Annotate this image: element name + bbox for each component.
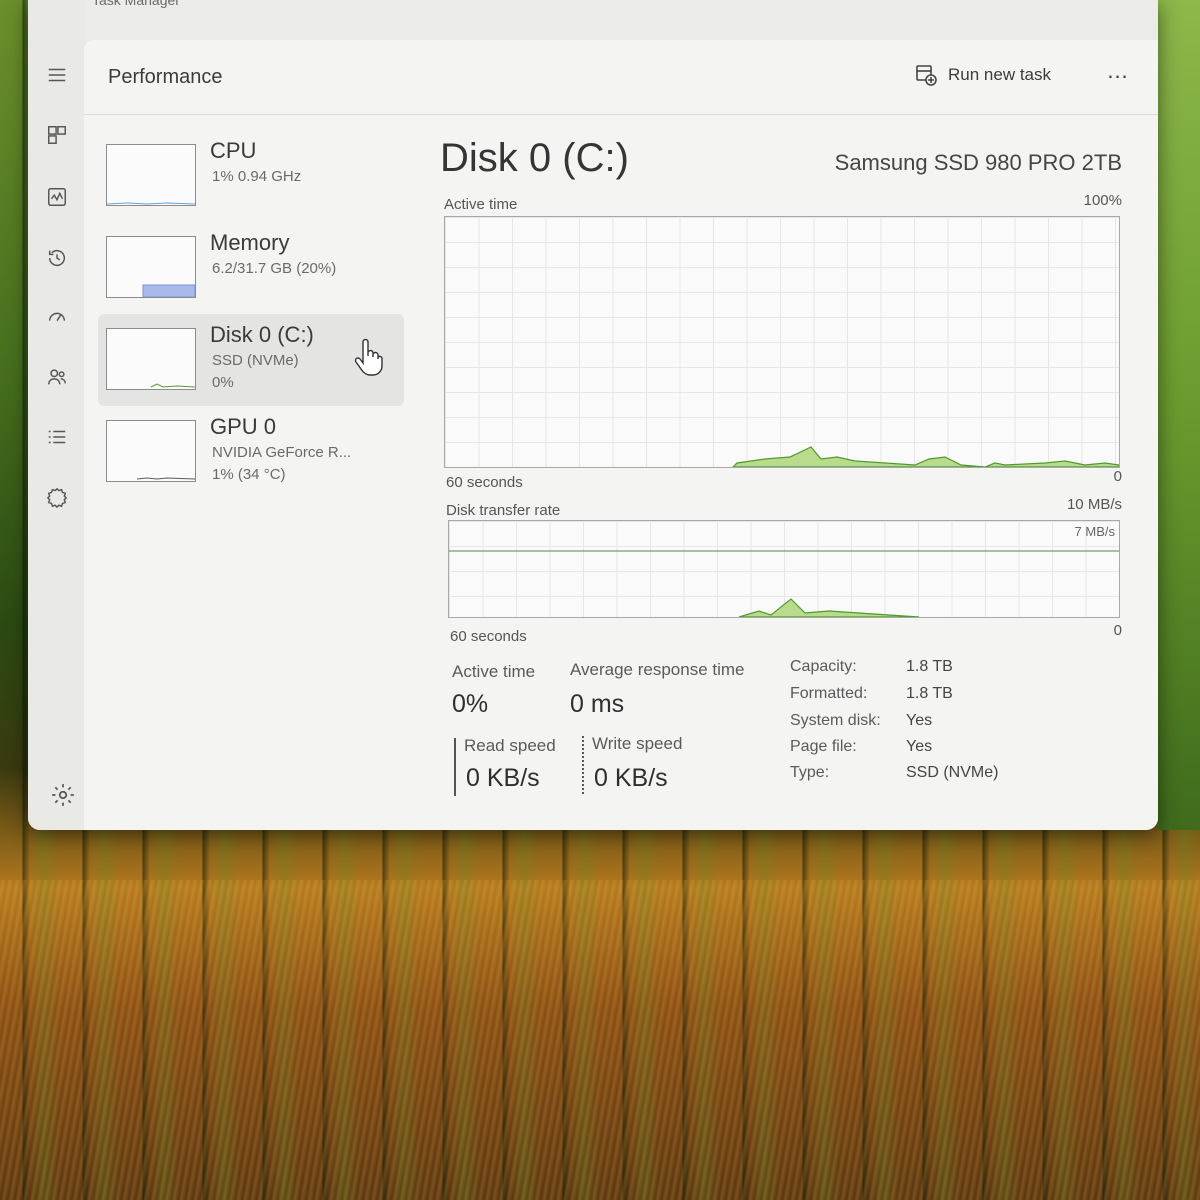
transfer-rate-graph: 7 MB/s [448, 520, 1120, 618]
read-speed-label: Read speed [464, 736, 556, 755]
device-model: NVIDIA GeForce R... [212, 444, 352, 461]
device-type: SSD (NVMe) [212, 352, 299, 369]
page-header: Performance Run new task ... [84, 40, 1158, 115]
read-speed-value: 0 KB/s [466, 764, 540, 792]
gpu-thumbnail-graph [106, 420, 196, 482]
processes-icon[interactable] [42, 120, 72, 150]
app-history-icon[interactable] [42, 243, 72, 273]
run-new-task-button[interactable]: Run new task [914, 60, 1051, 90]
window-title: Task Manager [92, 0, 180, 8]
startup-apps-icon[interactable] [42, 302, 72, 332]
capacity-value: 1.8 TB [906, 658, 953, 675]
capacity-key: Capacity: [790, 658, 857, 675]
active-time-stat-value: 0% [452, 690, 489, 718]
formatted-key: Formatted: [790, 685, 868, 702]
more-options-button[interactable]: ... [1102, 58, 1134, 86]
transfer-rate-graph-max: 10 MB/s [1066, 496, 1122, 513]
transfer-rate-graph-min: 0 [1113, 622, 1122, 639]
cpu-thumbnail-graph [106, 144, 196, 206]
details-icon[interactable] [42, 422, 72, 452]
transfer-rate-graph-span: 60 seconds [450, 628, 527, 645]
disk-thumbnail-graph [106, 328, 196, 390]
active-time-stat-label: Active time [452, 662, 536, 681]
task-manager-window: Task Manager Performance Run new task ..… [28, 0, 1158, 830]
formatted-value: 1.8 TB [906, 685, 953, 702]
device-name: CPU [210, 138, 257, 163]
system-disk-key: System disk: [790, 712, 881, 729]
system-disk-value: Yes [906, 712, 933, 729]
read-speed-indicator [454, 738, 456, 796]
active-time-graph [444, 216, 1120, 468]
device-list: CPU 1% 0.94 GHz Memory 6.2/31.7 GB (20%)… [98, 130, 404, 498]
hand-cursor-icon [354, 338, 383, 376]
device-usage: 0% [212, 374, 234, 391]
type-value: SSD (NVMe) [906, 764, 999, 781]
device-item-memory[interactable]: Memory 6.2/31.7 GB (20%) [98, 222, 404, 314]
device-usage: 1% 0.94 GHz [212, 168, 302, 185]
device-usage: 1% (34 °C) [212, 466, 286, 483]
device-name: Memory [210, 230, 290, 255]
page-file-key: Page file: [790, 738, 857, 755]
device-item-gpu-0[interactable]: GPU 0 NVIDIA GeForce R... 1% (34 °C) [98, 406, 404, 498]
performance-icon[interactable] [42, 182, 72, 212]
write-speed-label: Write speed [592, 734, 683, 753]
run-new-task-label: Run new task [948, 65, 1051, 84]
device-usage: 6.2/31.7 GB (20%) [212, 260, 337, 277]
transfer-rate-marker: 7 MB/s [1074, 524, 1115, 539]
settings-icon[interactable] [50, 782, 76, 808]
active-time-graph-max: 100% [1083, 192, 1122, 209]
navigation-rail [28, 0, 86, 830]
wallpaper-edge [1158, 0, 1200, 830]
write-speed-value: 0 KB/s [594, 764, 668, 792]
device-item-cpu[interactable]: CPU 1% 0.94 GHz [98, 130, 404, 222]
run-task-icon [916, 65, 937, 86]
active-time-graph-min: 0 [1113, 468, 1122, 485]
services-icon[interactable] [42, 482, 72, 512]
users-icon[interactable] [42, 362, 72, 392]
device-name: GPU 0 [210, 414, 277, 439]
detail-title: Disk 0 (C:) [440, 136, 629, 180]
avg-response-value: 0 ms [570, 690, 625, 718]
disk-model: Samsung SSD 980 PRO 2TB [834, 150, 1122, 175]
memory-thumbnail-graph [106, 236, 196, 298]
type-key: Type: [790, 764, 830, 781]
device-item-disk-0[interactable]: Disk 0 (C:) SSD (NVMe) 0% [98, 314, 404, 406]
page-title: Performance [108, 66, 223, 88]
active-time-graph-span: 60 seconds [446, 474, 523, 491]
transfer-rate-graph-label: Disk transfer rate [446, 502, 561, 519]
device-name: Disk 0 (C:) [210, 322, 314, 347]
avg-response-label: Average response time [570, 660, 745, 679]
page-file-value: Yes [906, 738, 933, 755]
active-time-graph-label: Active time [444, 196, 518, 213]
write-speed-indicator [582, 736, 584, 794]
performance-page: Performance Run new task ... CPU 1% 0.94… [84, 40, 1158, 830]
menu-icon[interactable] [42, 60, 72, 90]
